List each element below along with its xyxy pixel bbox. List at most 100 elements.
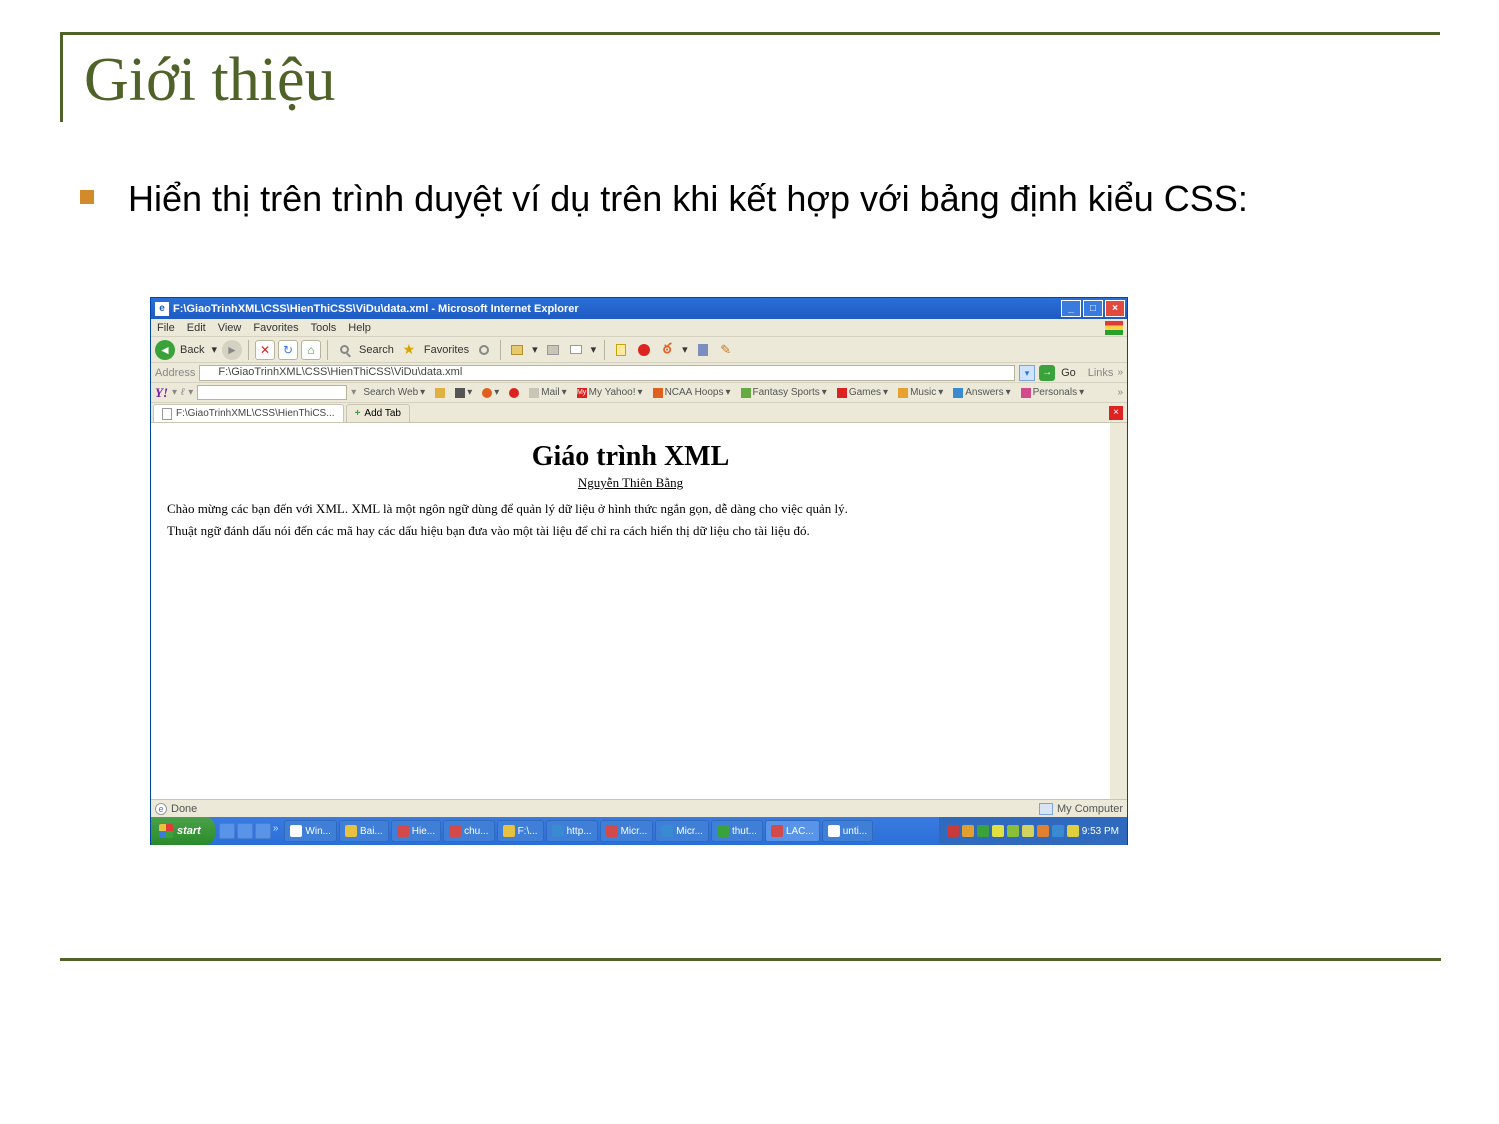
back-button-icon[interactable]: ◄ [155, 340, 175, 360]
go-button-icon[interactable]: → [1039, 365, 1055, 381]
yahoo-search-input[interactable] [197, 385, 347, 400]
search-label[interactable]: Search [357, 344, 396, 356]
page-icon [162, 408, 172, 420]
quick-launch-icon[interactable] [237, 823, 253, 839]
yahoo-logo-icon[interactable]: Y! [155, 385, 168, 401]
menu-file[interactable]: File [157, 322, 175, 334]
tray-icon[interactable] [977, 825, 989, 837]
refresh-button-icon[interactable]: ↻ [278, 340, 298, 360]
ie-logo-icon: e [155, 302, 169, 316]
folder-icon[interactable] [507, 340, 527, 360]
chevron-icon[interactable]: » [1117, 367, 1123, 378]
scroll-down-icon[interactable]: ▼ [1110, 782, 1127, 799]
close-button[interactable]: × [1105, 300, 1125, 317]
title-rule-vertical [60, 32, 63, 122]
history-icon[interactable] [474, 340, 494, 360]
my-computer-icon [1039, 803, 1053, 815]
toolbar-separator [327, 340, 328, 360]
ie-toolbar: ◄ Back ▾ ► ✕ ↻ ⌂ Search ★ Favorites ▾ ▾ … [151, 337, 1127, 363]
quick-launch-icon[interactable] [255, 823, 271, 839]
back-dropdown[interactable]: ▾ [209, 343, 219, 356]
print-icon[interactable] [543, 340, 563, 360]
tray-icon[interactable] [1067, 825, 1079, 837]
add-tab-button[interactable]: + Add Tab [346, 404, 410, 422]
stop-popup-icon[interactable] [634, 340, 654, 360]
tray-icon[interactable] [1022, 825, 1034, 837]
yahoo-mail[interactable]: Mail ▾ [526, 387, 569, 398]
favorites-label[interactable]: Favorites [422, 344, 471, 356]
forward-button-icon[interactable]: ► [222, 340, 242, 360]
yahoo-myyahoo[interactable]: MyMy Yahoo! ▾ [574, 387, 646, 398]
spyware-icon[interactable]: ▾ [479, 387, 502, 398]
yahoo-games[interactable]: Games ▾ [834, 387, 891, 398]
yahoo-music[interactable]: Music ▾ [895, 387, 946, 398]
mail-icon[interactable] [566, 340, 586, 360]
menu-tools[interactable]: Tools [311, 322, 337, 334]
taskbar-item[interactable]: LAC... [765, 820, 820, 842]
taskbar-item[interactable]: Win... [284, 820, 337, 842]
yahoo-personals[interactable]: Personals ▾ [1018, 387, 1088, 398]
flag-icon [1105, 321, 1123, 335]
tray-icon[interactable] [1037, 825, 1049, 837]
quick-launch-icon[interactable] [219, 823, 235, 839]
yahoo-ncaa[interactable]: NCAA Hoops ▾ [650, 387, 734, 398]
back-button-label[interactable]: Back [178, 344, 206, 356]
stop-button-icon[interactable]: ✕ [255, 340, 275, 360]
address-dropdown-icon[interactable]: ▾ [1019, 365, 1035, 381]
bullet-text: Hiển thị trên trình duyệt ví dụ trên khi… [128, 176, 1408, 221]
title-rule-horizontal [60, 32, 1440, 35]
taskbar-item[interactable]: Bai... [339, 820, 389, 842]
address-label: Address [155, 367, 195, 379]
yahoo-toolbar: Y! ▾ ℓ ▾ ▾ Search Web ▾ ▾ ▾ Mail ▾ MyMy … [151, 383, 1127, 403]
menu-favorites[interactable]: Favorites [253, 322, 298, 334]
popup-blocker-icon[interactable]: ▾ [452, 387, 475, 398]
taskbar-item[interactable]: Micr... [600, 820, 654, 842]
chevron-icon[interactable]: » [1117, 387, 1123, 398]
norton-icon[interactable] [506, 388, 522, 398]
address-input[interactable]: F:\GiaoTrinhXML\CSS\HienThiCSS\ViDu\data… [199, 365, 1015, 381]
scrollbar[interactable]: ▲ ▼ [1110, 423, 1127, 799]
menu-help[interactable]: Help [348, 322, 371, 334]
favorites-icon[interactable]: ★ [399, 340, 419, 360]
messenger-icon[interactable]: ఠ [657, 340, 677, 360]
home-button-icon[interactable]: ⌂ [301, 340, 321, 360]
menu-view[interactable]: View [218, 322, 242, 334]
taskbar-item[interactable]: Hie... [391, 820, 441, 842]
note-icon[interactable] [611, 340, 631, 360]
page-paragraph-1: Chào mừng các bạn đến với XML. XML là mộ… [167, 501, 1094, 517]
yahoo-fantasy[interactable]: Fantasy Sports ▾ [738, 387, 830, 398]
ie-address-bar: Address F:\GiaoTrinhXML\CSS\HienThiCSS\V… [151, 363, 1127, 383]
settings-icon[interactable]: ✎ [716, 340, 736, 360]
taskbar-item[interactable]: unti... [822, 820, 873, 842]
tray-icon[interactable] [1052, 825, 1064, 837]
slide-body: Hiển thị trên trình duyệt ví dụ trên khi… [80, 176, 1420, 221]
search-icon[interactable] [334, 340, 354, 360]
menu-edit[interactable]: Edit [187, 322, 206, 334]
tray-icon[interactable] [992, 825, 1004, 837]
links-label[interactable]: Links [1088, 367, 1114, 379]
start-button[interactable]: start [151, 817, 215, 845]
ie-titlebar: e F:\GiaoTrinhXML\CSS\HienThiCSS\ViDu\da… [151, 298, 1127, 319]
maximize-button[interactable]: □ [1083, 300, 1103, 317]
tab-close-button[interactable]: × [1109, 406, 1123, 420]
taskbar-item[interactable]: Micr... [655, 820, 709, 842]
tray-icon[interactable] [947, 825, 959, 837]
windows-logo-icon [159, 824, 173, 838]
minimize-button[interactable]: _ [1061, 300, 1081, 317]
tray-icon[interactable] [1007, 825, 1019, 837]
browser-tab[interactable]: F:\GiaoTrinhXML\CSS\HienThiCS... [153, 404, 344, 422]
taskbar-item[interactable]: thut... [711, 820, 763, 842]
go-button-label[interactable]: Go [1059, 367, 1078, 379]
taskbar-item[interactable]: http... [546, 820, 598, 842]
pencil-icon[interactable] [432, 388, 448, 398]
ie-page-content: Giáo trình XML Nguyễn Thiên Bằng Chào mừ… [151, 423, 1127, 799]
shield-icon[interactable] [693, 340, 713, 360]
taskbar-item[interactable]: F:\... [497, 820, 544, 842]
tray-icon[interactable] [962, 825, 974, 837]
windows-taskbar: start » Win... Bai... Hie... chu... F:\.… [151, 817, 1127, 845]
chevron-icon[interactable]: » [273, 823, 279, 839]
scroll-up-icon[interactable]: ▲ [1110, 423, 1127, 440]
yahoo-answers[interactable]: Answers ▾ [950, 387, 1013, 398]
yahoo-search-web[interactable]: Search Web ▾ [360, 387, 428, 398]
taskbar-item[interactable]: chu... [443, 820, 494, 842]
